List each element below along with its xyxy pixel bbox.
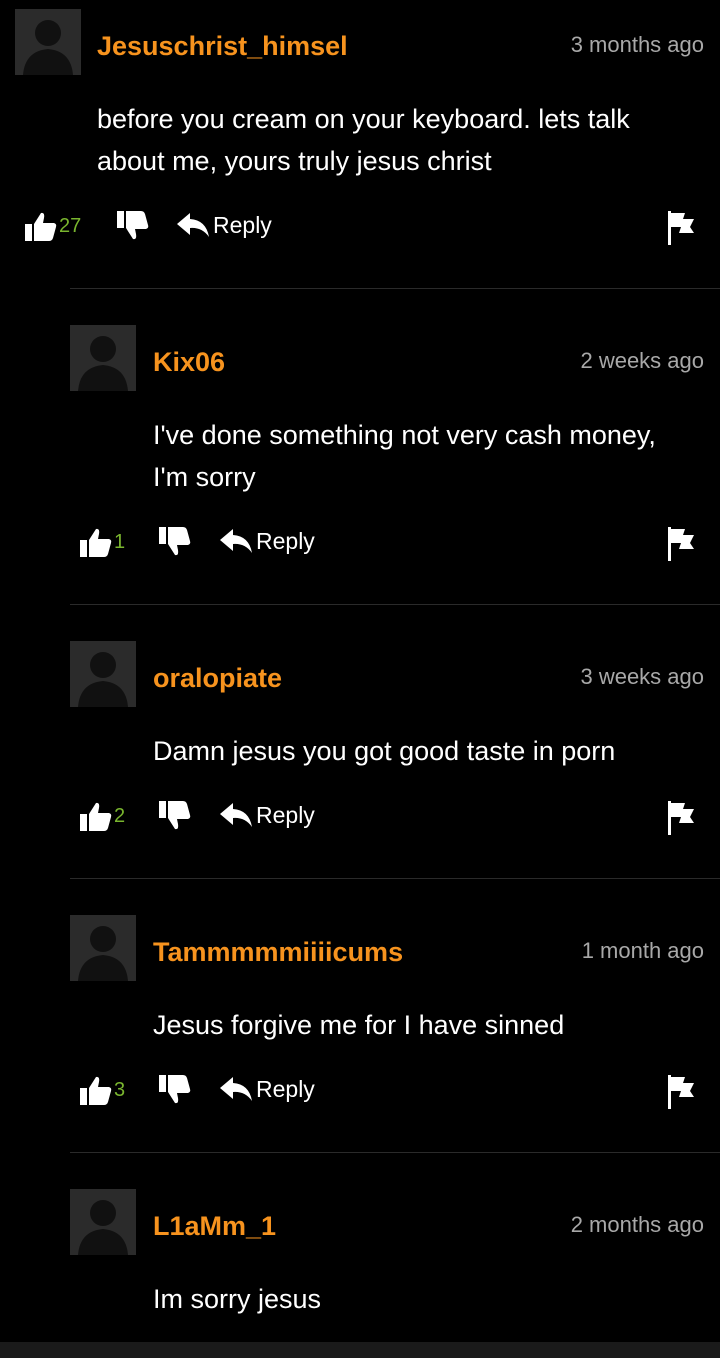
reply-arrow-icon xyxy=(220,802,252,827)
flag-icon xyxy=(668,1075,694,1109)
divider xyxy=(70,288,720,289)
reply-arrow-icon xyxy=(220,528,252,553)
reply-button[interactable]: Reply xyxy=(177,212,272,239)
comment-text: Jesus forgive me for I have sinned xyxy=(153,1004,690,1046)
timestamp: 3 months ago xyxy=(570,32,704,57)
bottom-bar xyxy=(0,1342,720,1358)
divider xyxy=(70,604,720,605)
thumbs-down-icon xyxy=(159,527,191,556)
comment-text-line: I've done something not very cash money, xyxy=(153,420,656,450)
username[interactable]: oralopiate xyxy=(153,662,282,694)
like-button[interactable]: 3 xyxy=(80,1075,125,1105)
comment: Jesuschrist_himsel 3 months ago before y… xyxy=(0,0,720,290)
like-count: 27 xyxy=(59,214,82,237)
flag-button[interactable] xyxy=(668,801,694,835)
like-count: 1 xyxy=(114,530,126,553)
reply-label: Reply xyxy=(256,528,315,554)
flag-button[interactable] xyxy=(668,211,694,245)
timestamp: 2 months ago xyxy=(570,1212,704,1237)
reply-label: Reply xyxy=(256,802,315,828)
comment-text: I've done something not very cash money,… xyxy=(153,414,690,498)
comment-text: before you cream on your keyboard. lets … xyxy=(97,98,690,182)
flag-button[interactable] xyxy=(668,1075,694,1109)
username[interactable]: Jesuschrist_himsel xyxy=(97,30,348,62)
reply-button[interactable]: Reply xyxy=(220,1076,315,1103)
flag-icon xyxy=(668,211,694,245)
flag-icon xyxy=(668,801,694,835)
avatar[interactable] xyxy=(70,1189,136,1255)
username[interactable]: L1aMm_1 xyxy=(153,1210,276,1242)
avatar[interactable] xyxy=(70,325,136,391)
dislike-button[interactable] xyxy=(159,527,191,557)
thumbs-up-icon xyxy=(25,212,57,241)
reply-arrow-icon xyxy=(177,212,209,237)
default-avatar-icon xyxy=(70,1189,136,1255)
reply-button[interactable]: Reply xyxy=(220,528,315,555)
divider xyxy=(70,1152,720,1153)
thumbs-up-icon xyxy=(80,528,112,557)
like-button[interactable]: 1 xyxy=(80,527,125,557)
flag-button[interactable] xyxy=(668,527,694,561)
like-button[interactable]: 27 xyxy=(25,211,81,241)
thumbs-down-icon xyxy=(117,211,149,240)
comment-text-line: Im sorry jesus xyxy=(153,1284,322,1314)
default-avatar-icon xyxy=(70,641,136,707)
reply-label: Reply xyxy=(213,212,272,238)
comment: L1aMm_1 2 months ago Im sorry jesus xyxy=(0,1180,720,1340)
like-button[interactable]: 2 xyxy=(80,801,125,831)
flag-icon xyxy=(668,527,694,561)
like-count: 2 xyxy=(114,804,126,827)
thumbs-up-icon xyxy=(80,802,112,831)
comment-text-line: I'm sorry xyxy=(153,462,256,492)
comment-text-line: before you cream on your keyboard. lets … xyxy=(97,104,630,134)
thumbs-down-icon xyxy=(159,801,191,830)
comment-text-line: about me, yours truly jesus christ xyxy=(97,146,492,176)
reply-arrow-icon xyxy=(220,1076,252,1101)
reply-button[interactable]: Reply xyxy=(220,802,315,829)
like-count: 3 xyxy=(114,1078,126,1101)
default-avatar-icon xyxy=(15,9,81,75)
comment: Kix06 2 weeks ago I've done something no… xyxy=(0,316,720,606)
comment-text-line: Damn jesus you got good taste in porn xyxy=(153,736,616,766)
comment-text-line: Jesus forgive me for I have sinned xyxy=(153,1010,565,1040)
avatar[interactable] xyxy=(70,641,136,707)
username[interactable]: Kix06 xyxy=(153,346,225,378)
comment: Tammmmmiiiicums 1 month ago Jesus forgiv… xyxy=(0,906,720,1156)
divider xyxy=(70,878,720,879)
comment-text: Damn jesus you got good taste in porn xyxy=(153,730,690,772)
timestamp: 1 month ago xyxy=(581,938,704,963)
username[interactable]: Tammmmmiiiicums xyxy=(153,936,403,968)
avatar[interactable] xyxy=(70,915,136,981)
timestamp: 2 weeks ago xyxy=(580,348,704,373)
reply-label: Reply xyxy=(256,1076,315,1102)
dislike-button[interactable] xyxy=(159,801,191,831)
default-avatar-icon xyxy=(70,325,136,391)
default-avatar-icon xyxy=(70,915,136,981)
dislike-button[interactable] xyxy=(159,1075,191,1105)
thumbs-down-icon xyxy=(159,1075,191,1104)
avatar[interactable] xyxy=(15,9,81,75)
thumbs-up-icon xyxy=(80,1076,112,1105)
dislike-button[interactable] xyxy=(117,211,149,241)
comment: oralopiate 3 weeks ago Damn jesus you go… xyxy=(0,632,720,882)
timestamp: 3 weeks ago xyxy=(580,664,704,689)
comment-text: Im sorry jesus xyxy=(153,1278,690,1320)
